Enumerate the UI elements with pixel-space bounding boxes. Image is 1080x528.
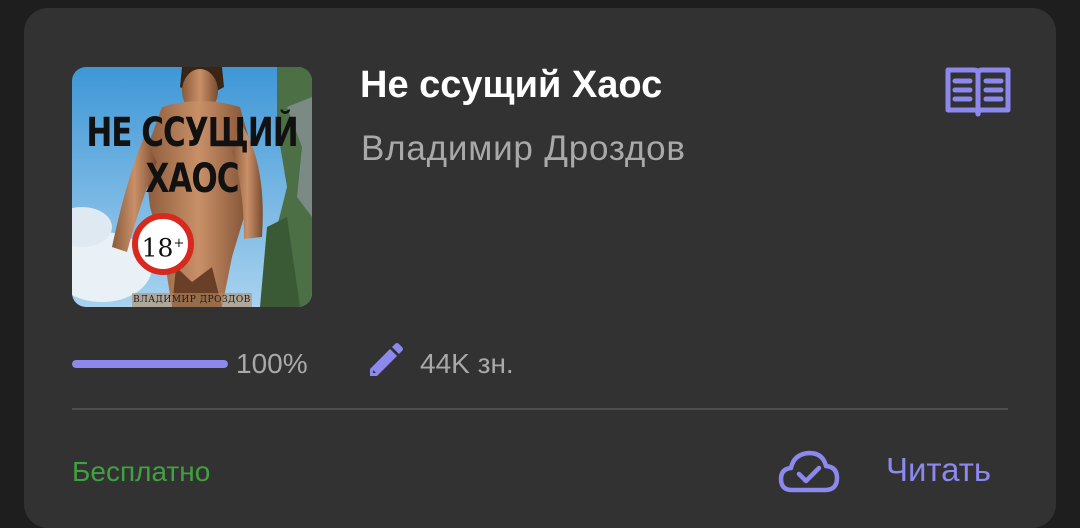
reading-progress-fill <box>72 360 228 368</box>
age-rating-number: 18 <box>141 233 174 263</box>
reading-progress-label: 100% <box>236 348 308 379</box>
reading-progress-bar <box>72 360 228 368</box>
cover-title-line2: ХАОС <box>145 155 240 203</box>
card-divider <box>72 408 1008 410</box>
price-label: Бесплатно <box>72 456 211 487</box>
cloud-check-icon[interactable] <box>778 448 840 496</box>
read-button[interactable]: Читать <box>886 451 991 489</box>
book-length-label: 44K зн. <box>420 348 514 379</box>
age-rating-plus: + <box>173 236 185 251</box>
book-author[interactable]: Владимир Дроздов <box>361 129 686 169</box>
book-title[interactable]: Не ссущий Хаос <box>360 64 662 107</box>
age-rating-badge: 18+ <box>132 213 194 275</box>
open-book-icon[interactable] <box>944 64 1012 120</box>
cover-author-text: ВЛАДИМИР ДРОЗДОВ <box>133 295 251 305</box>
pencil-icon <box>370 343 403 376</box>
cover-title-line1: НЕ ССУЩИЙ <box>86 109 298 157</box>
book-cover-image[interactable]: НЕ ССУЩИЙ ХАОС 18+ ВЛАДИМИР ДРОЗДОВ <box>72 67 312 307</box>
book-card[interactable]: НЕ ССУЩИЙ ХАОС 18+ ВЛАДИМИР ДРОЗДОВ Не с… <box>24 8 1056 528</box>
